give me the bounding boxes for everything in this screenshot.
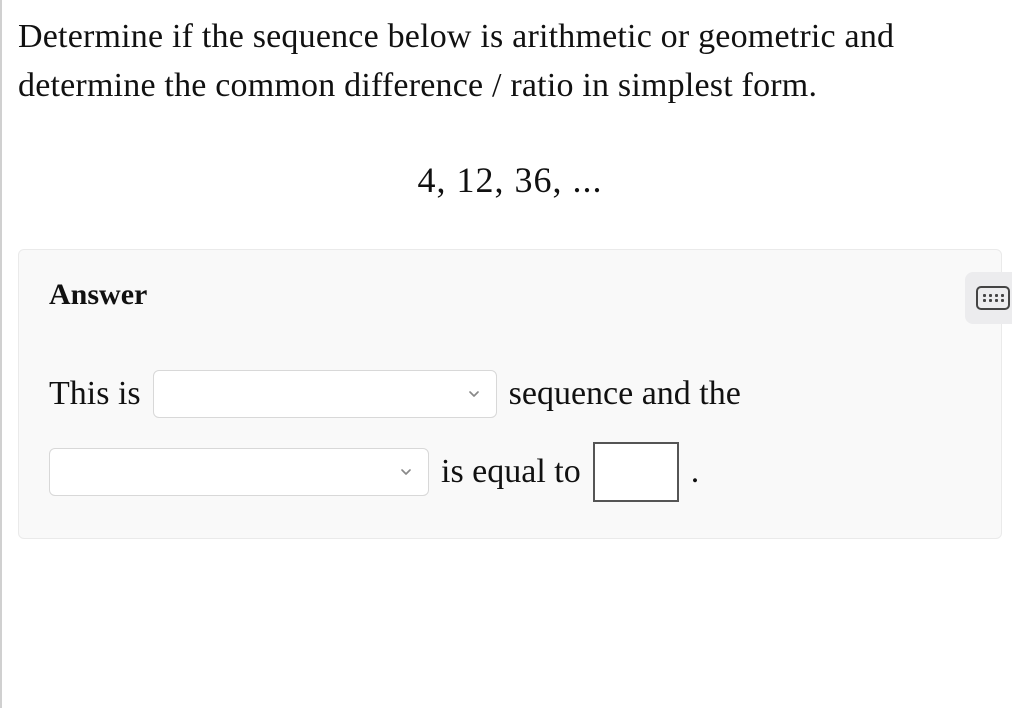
difference-ratio-dropdown[interactable] (49, 448, 429, 496)
sequence-type-dropdown[interactable] (153, 370, 497, 418)
value-input[interactable] (593, 442, 679, 502)
sentence-part-1: This is (49, 360, 141, 428)
sequence-display: 4, 12, 36, ... (18, 159, 1002, 201)
answer-heading: Answer (49, 278, 971, 312)
sentence-period: . (691, 438, 700, 506)
keypad-button[interactable] (965, 272, 1012, 324)
answer-sentence: This is sequence and the is equal to . (49, 360, 971, 506)
chevron-down-icon (466, 386, 482, 402)
answer-panel: Answer This is sequence and the is equal… (18, 249, 1002, 539)
sentence-part-2: sequence and the (509, 360, 741, 428)
sentence-part-3: is equal to (441, 438, 581, 506)
question-prompt: Determine if the sequence below is arith… (18, 12, 1002, 111)
chevron-down-icon (398, 464, 414, 480)
keypad-icon (976, 286, 1010, 310)
